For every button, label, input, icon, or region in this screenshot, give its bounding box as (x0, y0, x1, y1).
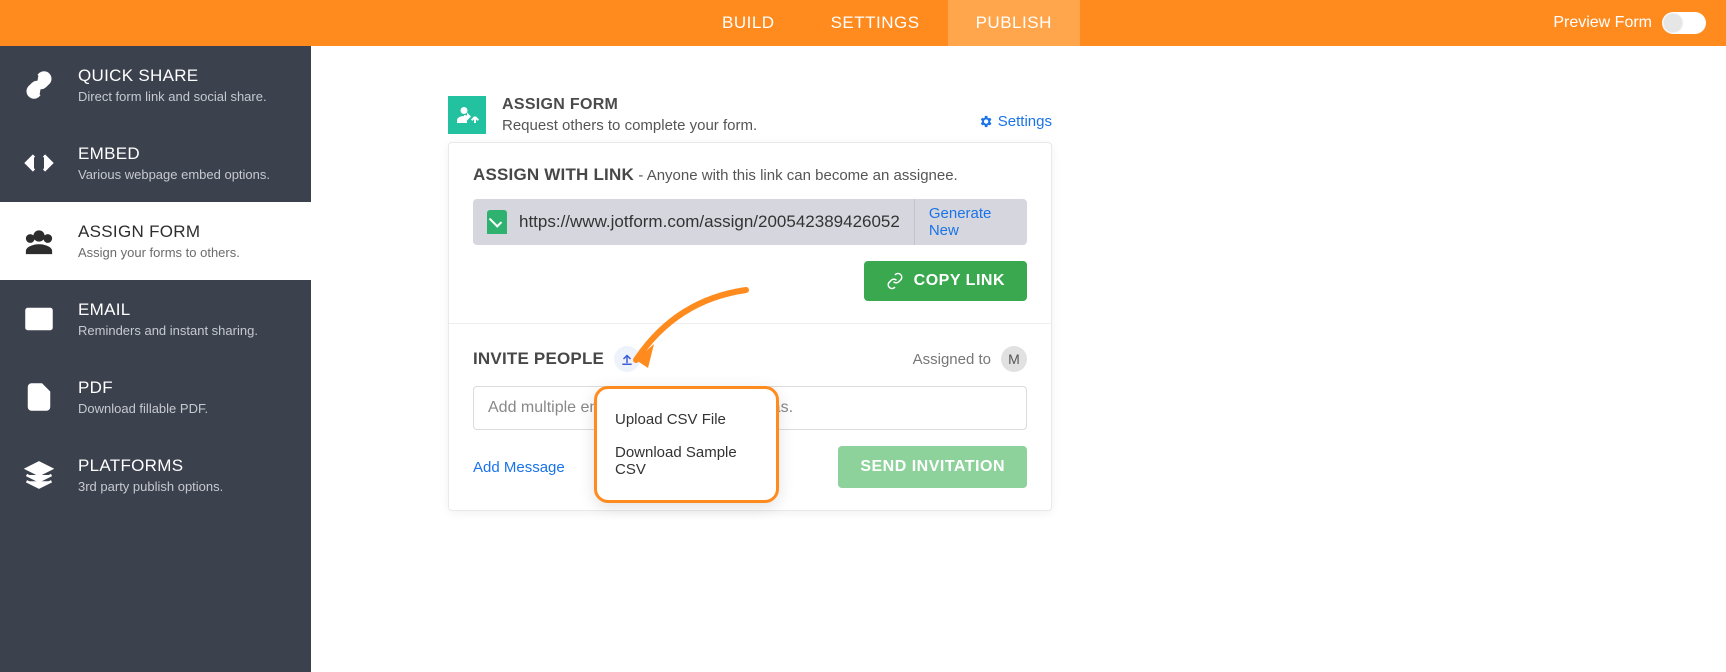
assign-link-box[interactable]: https://www.jotform.com/assign/200542389… (473, 199, 914, 245)
arrow-annotation (616, 280, 776, 390)
layers-icon (22, 458, 56, 492)
settings-link[interactable]: Settings (978, 113, 1052, 130)
preview-form-label: Preview Form (1553, 14, 1652, 32)
main-content: ASSIGN FORM Request others to complete y… (311, 46, 1726, 672)
sidebar-item-pdf[interactable]: PDF Download fillable PDF. (0, 358, 311, 436)
gear-icon (978, 114, 993, 129)
code-icon (22, 146, 56, 180)
page-header: ASSIGN FORM Request others to complete y… (448, 96, 1052, 134)
sidebar-item-sub: Assign your forms to others. (78, 245, 240, 260)
page-subtitle: Request others to complete your form. (502, 117, 962, 134)
assign-link-url: https://www.jotform.com/assign/200542389… (519, 212, 900, 232)
generate-new-link[interactable]: Generate New (929, 205, 1013, 239)
top-nav-tabs: BUILD SETTINGS PUBLISH (694, 0, 1080, 46)
copy-link-button[interactable]: COPY LINK (864, 261, 1027, 301)
assign-link-title: ASSIGN WITH LINK (473, 165, 634, 184)
settings-link-label: Settings (998, 113, 1052, 130)
csv-popup: Upload CSV File Download Sample CSV (594, 386, 779, 503)
invite-title: INVITE PEOPLE (473, 349, 604, 369)
add-message-link[interactable]: Add Message (473, 459, 565, 476)
tab-build[interactable]: BUILD (694, 0, 803, 46)
sidebar-item-embed[interactable]: EMBED Various webpage embed options. (0, 124, 311, 202)
upload-csv-option[interactable]: Upload CSV File (615, 403, 758, 436)
sidebar-item-quick-share[interactable]: QUICK SHARE Direct form link and social … (0, 46, 311, 124)
sidebar-item-assign-form[interactable]: ASSIGN FORM Assign your forms to others. (0, 202, 311, 280)
top-nav: BUILD SETTINGS PUBLISH Preview Form (0, 0, 1726, 46)
download-sample-csv-option[interactable]: Download Sample CSV (615, 436, 758, 486)
send-invitation-button[interactable]: SEND INVITATION (838, 446, 1027, 488)
sidebar-item-sub: Various webpage embed options. (78, 167, 270, 182)
sidebar-item-email[interactable]: EMAIL Reminders and instant sharing. (0, 280, 311, 358)
sidebar-item-title: ASSIGN FORM (78, 222, 240, 242)
lock-icon (487, 210, 507, 234)
assign-link-desc: - Anyone with this link can become an as… (638, 167, 957, 184)
sidebar-item-title: QUICK SHARE (78, 66, 267, 86)
pdf-icon (22, 380, 56, 414)
avatar[interactable]: M (1001, 346, 1027, 372)
sidebar-item-title: PDF (78, 378, 208, 398)
assigned-to-label: Assigned to (913, 351, 991, 368)
copy-link-label: COPY LINK (914, 272, 1005, 290)
tab-settings[interactable]: SETTINGS (803, 0, 948, 46)
page-title: ASSIGN FORM (502, 96, 962, 114)
sidebar-item-sub: Reminders and instant sharing. (78, 323, 258, 338)
link-icon (22, 68, 56, 102)
top-nav-right: Preview Form (1553, 0, 1726, 46)
tab-publish[interactable]: PUBLISH (948, 0, 1080, 46)
sidebar-item-sub: Direct form link and social share. (78, 89, 267, 104)
sidebar-item-title: EMAIL (78, 300, 258, 320)
sidebar-item-platforms[interactable]: PLATFORMS 3rd party publish options. (0, 436, 311, 514)
sidebar-item-sub: Download fillable PDF. (78, 401, 208, 416)
assign-form-icon (448, 96, 486, 134)
sidebar: QUICK SHARE Direct form link and social … (0, 46, 311, 672)
sidebar-item-sub: 3rd party publish options. (78, 479, 223, 494)
preview-form-toggle[interactable] (1662, 12, 1706, 34)
mail-icon (22, 302, 56, 336)
sidebar-item-title: PLATFORMS (78, 456, 223, 476)
link-icon (886, 272, 904, 290)
sidebar-item-title: EMBED (78, 144, 270, 164)
people-icon (22, 224, 56, 258)
